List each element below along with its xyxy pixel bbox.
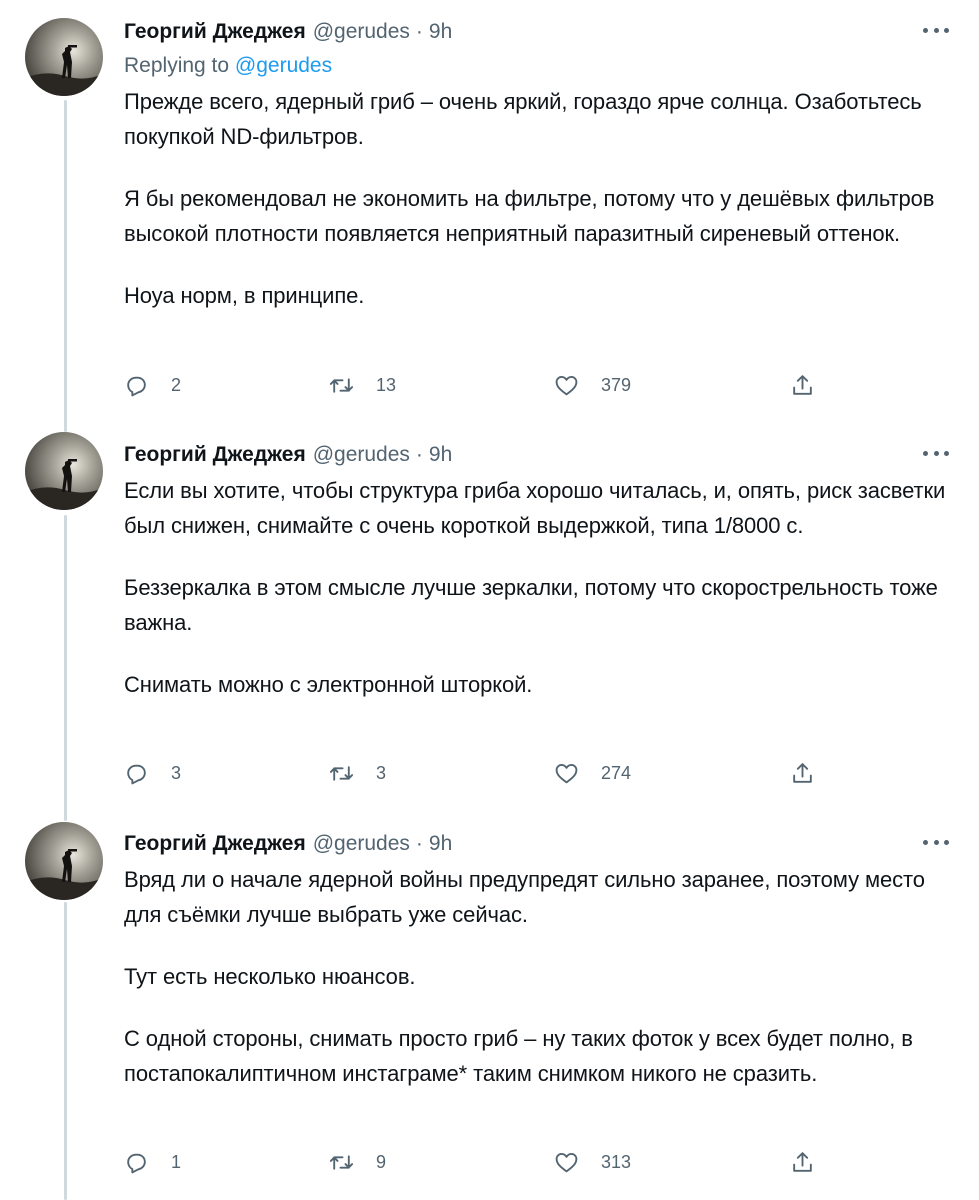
author-handle[interactable]: @gerudes: [313, 832, 410, 856]
retweet-icon: [329, 1155, 354, 1170]
reply-icon: [127, 764, 146, 785]
tweet-paragraph: Я бы рекомендовал не экономить на фильтр…: [124, 186, 935, 246]
thread-line: [64, 100, 67, 432]
like-icon: [555, 376, 578, 396]
like-button[interactable]: 379: [554, 373, 631, 398]
retweet-button[interactable]: 3: [329, 761, 386, 786]
like-icon: [555, 764, 578, 784]
share-button[interactable]: [790, 1150, 815, 1175]
retweet-button[interactable]: 9: [329, 1150, 386, 1175]
author-name[interactable]: Георгий Джеджея: [124, 20, 306, 44]
more-icon[interactable]: [923, 838, 949, 846]
timestamp[interactable]: 9h: [429, 443, 452, 467]
reply-count: 1: [171, 1152, 182, 1172]
thread-line: [64, 515, 67, 821]
reply-button[interactable]: 1: [124, 1150, 181, 1175]
reply-icon: [127, 376, 146, 397]
like-count: 274: [601, 763, 632, 783]
tweet-text: Вряд ли о начале ядерной войны предупред…: [124, 862, 949, 1091]
reply-button[interactable]: 3: [124, 761, 181, 786]
retweet-count: 13: [376, 375, 397, 395]
avatar[interactable]: [25, 432, 103, 510]
like-count: 313: [601, 1152, 632, 1172]
tweet-paragraph: Тут есть несколько нюансов.: [124, 964, 416, 989]
tweet-paragraph: Снимать можно с электронной шторкой.: [124, 672, 533, 697]
like-button[interactable]: 274: [554, 761, 631, 786]
tweet-actions: 1 9 313: [124, 1150, 824, 1180]
avatar[interactable]: [25, 822, 103, 900]
separator: ·: [415, 20, 423, 43]
like-button[interactable]: 313: [554, 1150, 631, 1175]
like-count: 379: [601, 375, 632, 395]
tweet-text: Если вы хотите, чтобы структура гриба хо…: [124, 473, 949, 702]
reply-count: 2: [171, 375, 182, 395]
tweet-paragraph: Беззеркалка в этом смысле лучше зеркалки…: [124, 575, 938, 635]
mention-link[interactable]: @gerudes: [235, 54, 332, 77]
separator: ·: [415, 832, 423, 855]
retweet-icon: [329, 766, 354, 781]
tweet-paragraph: Вряд ли о начале ядерной войны предупред…: [124, 867, 925, 927]
avatar[interactable]: [25, 18, 103, 96]
replying-to: Replying to @gerudes: [124, 54, 949, 78]
retweet-count: 9: [376, 1152, 387, 1172]
retweet-button[interactable]: 13: [329, 373, 396, 398]
share-icon: [793, 1152, 812, 1172]
reply-icon: [127, 1153, 146, 1174]
author-handle[interactable]: @gerudes: [313, 443, 410, 467]
author-handle[interactable]: @gerudes: [313, 20, 410, 44]
author-name[interactable]: Георгий Джеджея: [124, 832, 306, 856]
tweet-paragraph: Ноуа норм, в принципе.: [124, 283, 365, 308]
reply-count: 3: [171, 763, 182, 783]
tweet-actions: 3 3 274: [124, 761, 824, 791]
separator: ·: [415, 443, 423, 466]
tweet-paragraph: Прежде всего, ядерный гриб – очень яркий…: [124, 89, 922, 149]
share-icon: [793, 375, 812, 395]
share-icon: [793, 763, 812, 783]
tweet-paragraph: С одной стороны, снимать просто гриб – н…: [124, 1026, 913, 1086]
author-name[interactable]: Георгий Джеджея: [124, 443, 306, 467]
timestamp[interactable]: 9h: [429, 20, 452, 44]
timestamp[interactable]: 9h: [429, 832, 452, 856]
more-icon[interactable]: [923, 449, 949, 457]
retweet-count: 3: [376, 763, 387, 783]
tweet-actions: 2 13 379: [124, 373, 824, 403]
more-icon[interactable]: [923, 26, 949, 34]
retweet-icon: [329, 378, 354, 393]
replying-label: Replying to: [124, 54, 230, 77]
tweet-text: Прежде всего, ядерный гриб – очень яркий…: [124, 84, 949, 313]
like-icon: [555, 1153, 578, 1173]
share-button[interactable]: [790, 373, 815, 398]
reply-button[interactable]: 2: [124, 373, 181, 398]
share-button[interactable]: [790, 761, 815, 786]
tweet-paragraph: Если вы хотите, чтобы структура гриба хо…: [124, 478, 946, 538]
thread-line: [64, 902, 67, 1200]
